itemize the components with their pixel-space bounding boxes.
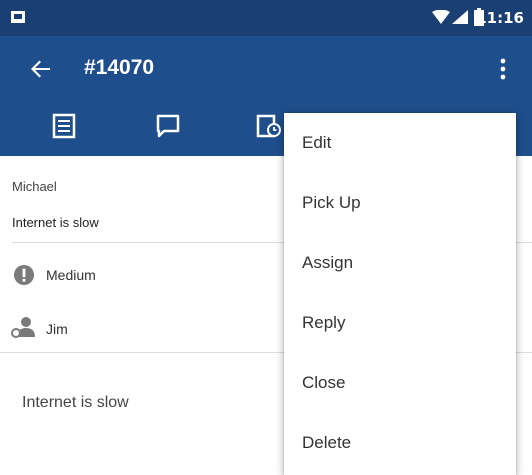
arrow-left-icon[interactable] [30, 58, 52, 85]
ticket-description: Internet is slow [22, 394, 129, 411]
history-icon[interactable] [256, 113, 282, 144]
more-vert-icon[interactable] [500, 58, 506, 85]
menu-item-label: Close [302, 373, 346, 392]
clock: 11:16 [476, 9, 524, 27]
overflow-menu: Edit Pick Up Assign Reply Close Delete [284, 113, 516, 475]
menu-item-delete[interactable]: Delete [284, 413, 516, 473]
notification-icon [10, 9, 26, 30]
wifi-icon [432, 9, 450, 29]
app-bar: #14070 [0, 36, 532, 110]
agent-icon [11, 316, 37, 343]
menu-item-label: Pick Up [302, 193, 361, 212]
signal-icon [452, 10, 468, 29]
menu-item-label: Edit [302, 133, 332, 152]
details-icon[interactable] [52, 113, 76, 144]
priority-alert-icon [13, 264, 35, 291]
menu-item-label: Delete [302, 433, 352, 452]
menu-item-pick-up[interactable]: Pick Up [284, 173, 516, 233]
menu-item-close[interactable]: Close [284, 353, 516, 413]
status-bar: 11:16 [0, 0, 532, 36]
conversation-icon[interactable] [155, 113, 181, 144]
menu-item-edit[interactable]: Edit [284, 113, 516, 173]
menu-item-reply[interactable]: Reply [284, 293, 516, 353]
priority-value: Medium [46, 267, 96, 283]
menu-item-label: Assign [302, 253, 354, 272]
ticket-subject: Internet is slow [12, 215, 99, 230]
page-title: #14070 [84, 56, 155, 79]
menu-item-label: Reply [302, 313, 346, 332]
agent-name: Jim [46, 321, 68, 337]
menu-item-assign[interactable]: Assign [284, 233, 516, 293]
requester-name: Michael [12, 179, 57, 194]
